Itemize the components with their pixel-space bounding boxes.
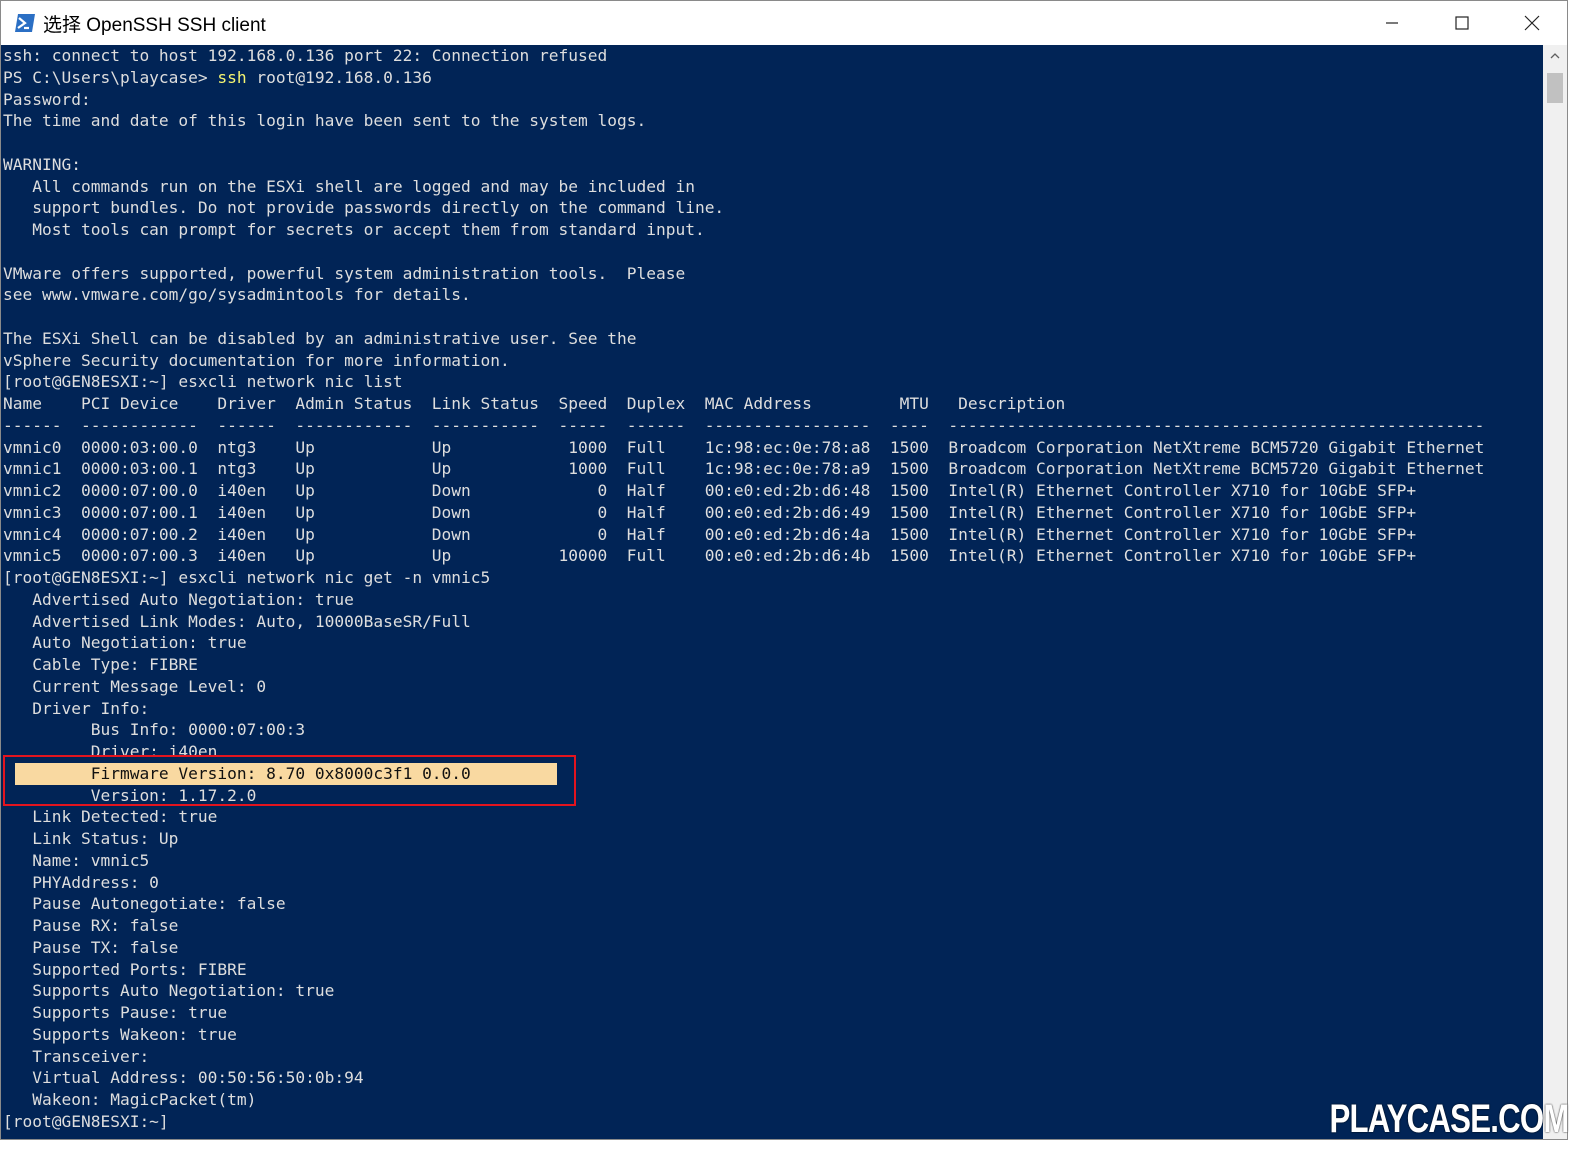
terminal-window: 选择 OpenSSH SSH client ssh: connect to ho…	[0, 0, 1568, 1140]
maximize-button[interactable]	[1427, 1, 1497, 45]
console-line: Driver Info:	[3, 698, 150, 718]
nic-table-row: vmnic1 0000:03:00.1 ntg3 Up Up 1000 Full…	[3, 459, 1485, 479]
nic-table-row: vmnic0 0000:03:00.0 ntg3 Up Up 1000 Full…	[3, 437, 1485, 457]
console-line: Pause TX: false	[3, 937, 179, 957]
console-line: Virtual Address: 00:50:56:50:0b:94	[3, 1068, 364, 1088]
title-bar[interactable]: 选择 OpenSSH SSH client	[1, 1, 1567, 45]
scrollbar-thumb[interactable]	[1547, 73, 1563, 103]
nic-table-row: vmnic3 0000:07:00.1 i40en Up Down 0 Half…	[3, 502, 1417, 522]
nic-table-row: vmnic2 0000:07:00.0 i40en Up Down 0 Half…	[3, 481, 1417, 500]
nic-table-row: vmnic5 0000:07:00.3 i40en Up Up 10000 Fu…	[3, 546, 1417, 566]
console-line: Bus Info: 0000:07:00:3	[3, 720, 306, 740]
shell-prompt[interactable]: [root@GEN8ESXI:~]	[3, 1111, 1543, 1133]
nic-table-divider: ------ ------------ ------ ------------ …	[3, 415, 1485, 435]
console-line: Most tools can prompt for secrets or acc…	[3, 220, 705, 239]
console-line: PHYAddress: 0	[3, 872, 159, 892]
console-line: ssh: connect to host 192.168.0.136 port …	[3, 46, 608, 65]
close-icon	[1524, 15, 1540, 31]
console-line: Supports Auto Negotiation: true	[3, 981, 335, 1001]
console-output[interactable]: ssh: connect to host 192.168.0.136 port …	[1, 45, 1543, 1139]
console-line: Advertised Link Modes: Auto, 10000BaseSR…	[3, 611, 471, 631]
console-line: Pause RX: false	[3, 916, 179, 935]
console-line: The ESXi Shell can be disabled by an adm…	[3, 328, 637, 348]
console-line: Password:	[3, 89, 91, 109]
window-title: 选择 OpenSSH SSH client	[43, 14, 266, 36]
console-line: [root@GEN8ESXI:~] esxcli network nic get…	[3, 568, 491, 587]
command-name: ssh	[217, 67, 247, 87]
console-line: The time and date of this login have bee…	[3, 111, 647, 131]
window-controls	[1357, 1, 1567, 45]
nic-table-header: Name PCI Device Driver Admin Status Link…	[3, 394, 1066, 413]
console-line: Supported Ports: FIBRE	[3, 959, 247, 979]
console-line: Cable Type: FIBRE	[3, 655, 198, 674]
console-line: vSphere Security documentation for more …	[3, 350, 510, 370]
watermark-logo: PLAYCASE.COM	[1329, 1097, 1570, 1141]
vertical-scrollbar[interactable]	[1543, 45, 1567, 1139]
console-line: All commands run on the ESXi shell are l…	[3, 176, 695, 196]
maximize-icon	[1455, 16, 1469, 30]
nic-table-row: vmnic4 0000:07:00.2 i40en Up Down 0 Half…	[3, 524, 1417, 544]
console-line: Transceiver:	[3, 1046, 150, 1066]
console-line: Link Status: Up	[3, 829, 179, 848]
close-button[interactable]	[1497, 1, 1567, 45]
console-line: see www.vmware.com/go/sysadmintools for …	[3, 285, 471, 305]
console-line: Advertised Auto Negotiation: true	[3, 589, 354, 609]
console-line: Wakeon: MagicPacket(tm)	[3, 1090, 257, 1109]
console-line: Link Detected: true	[3, 807, 218, 827]
powershell-icon	[13, 11, 37, 35]
console-line: WARNING:	[3, 154, 81, 174]
console-line: Name: vmnic5	[3, 850, 150, 870]
console-line: support bundles. Do not provide password…	[3, 198, 725, 218]
console-line: Supports Wakeon: true	[3, 1024, 237, 1044]
console-line: [root@GEN8ESXI:~] esxcli network nic lis…	[3, 372, 403, 392]
annotation-box	[3, 755, 576, 806]
console-line: VMware offers supported, powerful system…	[3, 263, 686, 283]
console-line: Auto Negotiation: true	[3, 633, 247, 653]
scroll-up-button[interactable]	[1543, 45, 1567, 67]
console-line: Supports Pause: true	[3, 1003, 228, 1022]
console-line: PS C:\Users\playcase> ssh root@192.168.0…	[3, 67, 1543, 89]
console-line: Current Message Level: 0	[3, 676, 267, 696]
minimize-button[interactable]	[1357, 1, 1427, 45]
chevron-up-icon	[1550, 53, 1560, 59]
minimize-icon	[1386, 22, 1398, 24]
powershell-prompt: PS C:\Users\playcase>	[3, 67, 218, 87]
console-line: Pause Autonegotiate: false	[3, 894, 286, 914]
command-args: root@192.168.0.136	[246, 67, 432, 87]
